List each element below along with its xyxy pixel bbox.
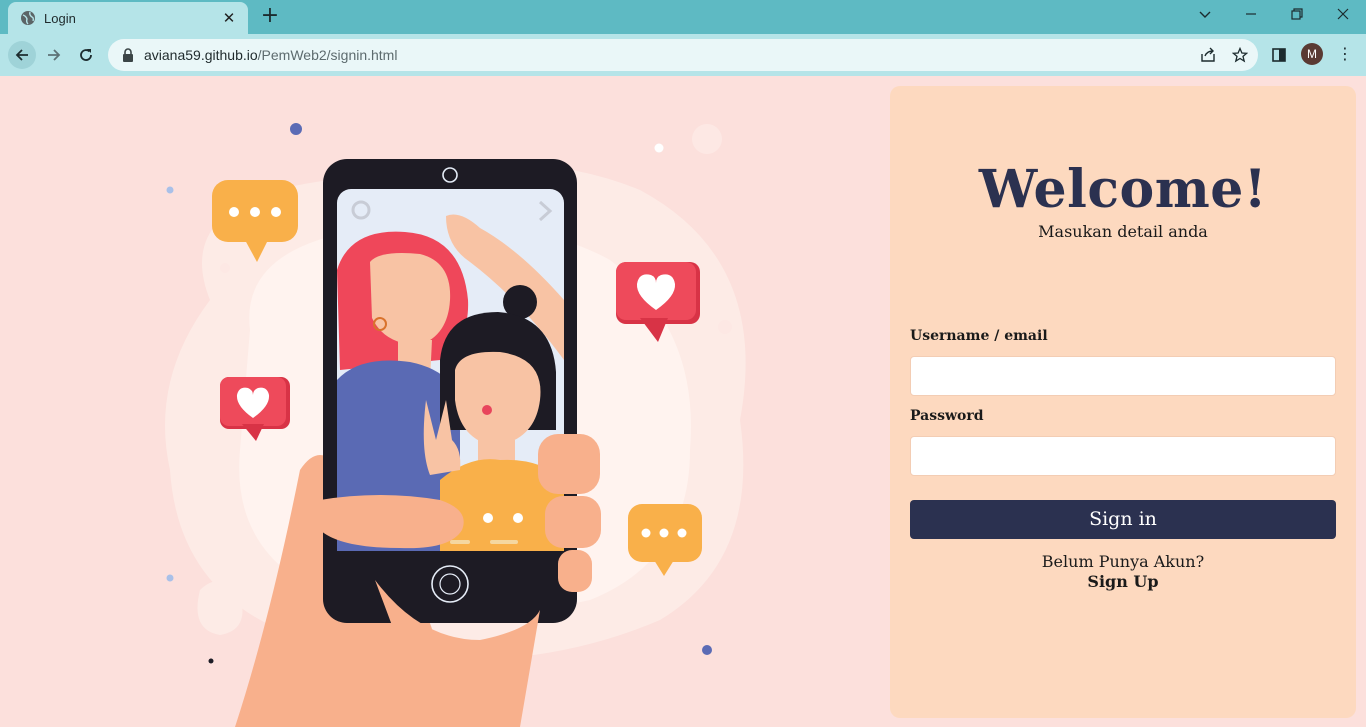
globe-icon bbox=[21, 11, 35, 25]
share-icon[interactable] bbox=[1198, 45, 1218, 65]
no-account-text: Belum Punya Akun? bbox=[1041, 552, 1205, 571]
side-panel-icon[interactable] bbox=[1269, 45, 1289, 65]
url-path: /PemWeb2/signin.html bbox=[257, 47, 398, 63]
login-subtitle: Masukan detail anda bbox=[1038, 222, 1208, 241]
back-button[interactable] bbox=[8, 41, 36, 69]
lock-icon bbox=[123, 48, 133, 62]
minimize-button[interactable] bbox=[1239, 4, 1263, 28]
browser-toolbar: aviana59.github.io/PemWeb2/signin.html M… bbox=[0, 34, 1366, 76]
sign-up-link[interactable]: Sign Up bbox=[890, 572, 1356, 591]
tab-title: Login bbox=[44, 10, 76, 26]
sign-in-button[interactable]: Sign in bbox=[910, 500, 1336, 539]
close-window-button[interactable] bbox=[1331, 4, 1355, 28]
selfie-illustration bbox=[165, 123, 746, 727]
password-label: Password bbox=[910, 408, 984, 424]
arrow-left-icon bbox=[15, 49, 28, 61]
forward-button[interactable] bbox=[40, 41, 68, 69]
tab-login[interactable]: Login ✕ bbox=[8, 2, 248, 34]
tab-strip: Login ✕ + bbox=[0, 0, 1366, 34]
url-host: aviana59.github.io bbox=[144, 47, 258, 63]
page-content: Welcome! Masukan detail anda Username / … bbox=[0, 76, 1366, 727]
profile-avatar[interactable]: M bbox=[1301, 43, 1323, 65]
bookmark-star-icon[interactable] bbox=[1230, 45, 1250, 65]
reload-button[interactable] bbox=[72, 41, 100, 69]
username-label: Username / email bbox=[910, 328, 1048, 344]
menu-icon[interactable]: ⋮ bbox=[1337, 45, 1353, 65]
tab-search-dropdown-icon[interactable] bbox=[1193, 4, 1217, 28]
welcome-heading: Welcome! bbox=[978, 159, 1268, 220]
username-input[interactable] bbox=[910, 356, 1336, 396]
password-input[interactable] bbox=[910, 436, 1336, 476]
tab-close-icon[interactable]: ✕ bbox=[220, 9, 238, 27]
arrow-right-icon bbox=[48, 49, 61, 61]
restore-button[interactable] bbox=[1285, 4, 1309, 28]
address-bar[interactable]: aviana59.github.io/PemWeb2/signin.html bbox=[108, 39, 1258, 71]
login-card: Welcome! Masukan detail anda Username / … bbox=[890, 86, 1356, 718]
new-tab-button[interactable]: + bbox=[258, 5, 282, 29]
reload-icon bbox=[80, 49, 92, 61]
